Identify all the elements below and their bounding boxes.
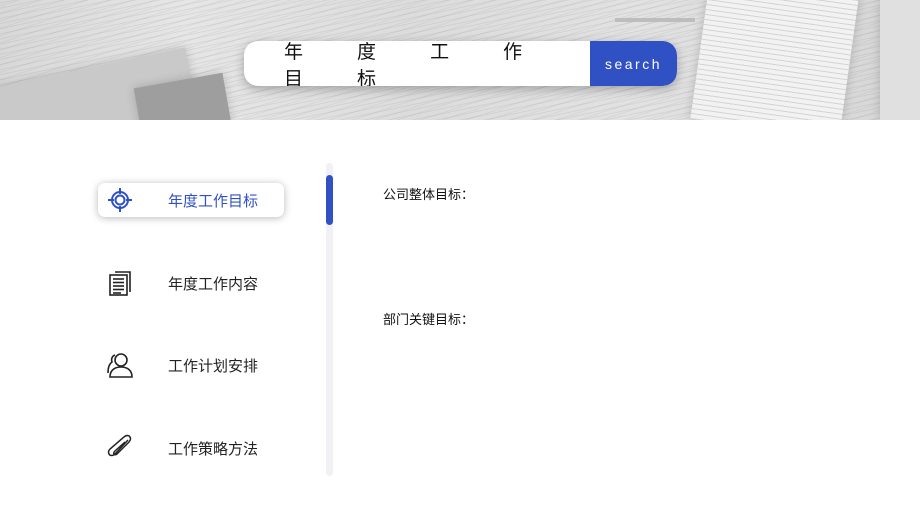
nav-item-annual-content[interactable]: 年度工作内容 (98, 266, 284, 300)
target-icon (106, 186, 134, 214)
nav-item-label: 工作计划安排 (168, 356, 259, 375)
search-title[interactable]: 年 度 工 作 目 标 (244, 41, 590, 86)
department-goals-label: 部门关键目标： (383, 313, 475, 328)
scrollbar-track[interactable] (326, 163, 333, 476)
nav-item-label: 年度工作内容 (168, 274, 259, 293)
nav-item-work-schedule[interactable]: 工作计划安排 (98, 348, 284, 382)
background-paper (615, 18, 695, 22)
search-button[interactable]: search (590, 41, 677, 86)
nav-item-annual-goals[interactable]: 年度工作目标 (98, 183, 284, 217)
document-icon (106, 269, 134, 297)
company-goals-label: 公司整体目标： (383, 188, 475, 203)
background-paper (880, 0, 920, 120)
nav-item-work-strategy[interactable]: 工作策略方法 (98, 431, 284, 465)
nav-item-label: 年度工作目标 (168, 191, 259, 210)
search-bar[interactable]: 年 度 工 作 目 标 search (244, 41, 677, 86)
people-icon (106, 351, 134, 379)
scrollbar-thumb[interactable] (326, 175, 333, 225)
background-paper (690, 0, 860, 120)
paperclip-icon (106, 434, 134, 462)
nav-item-label: 工作策略方法 (168, 439, 259, 458)
